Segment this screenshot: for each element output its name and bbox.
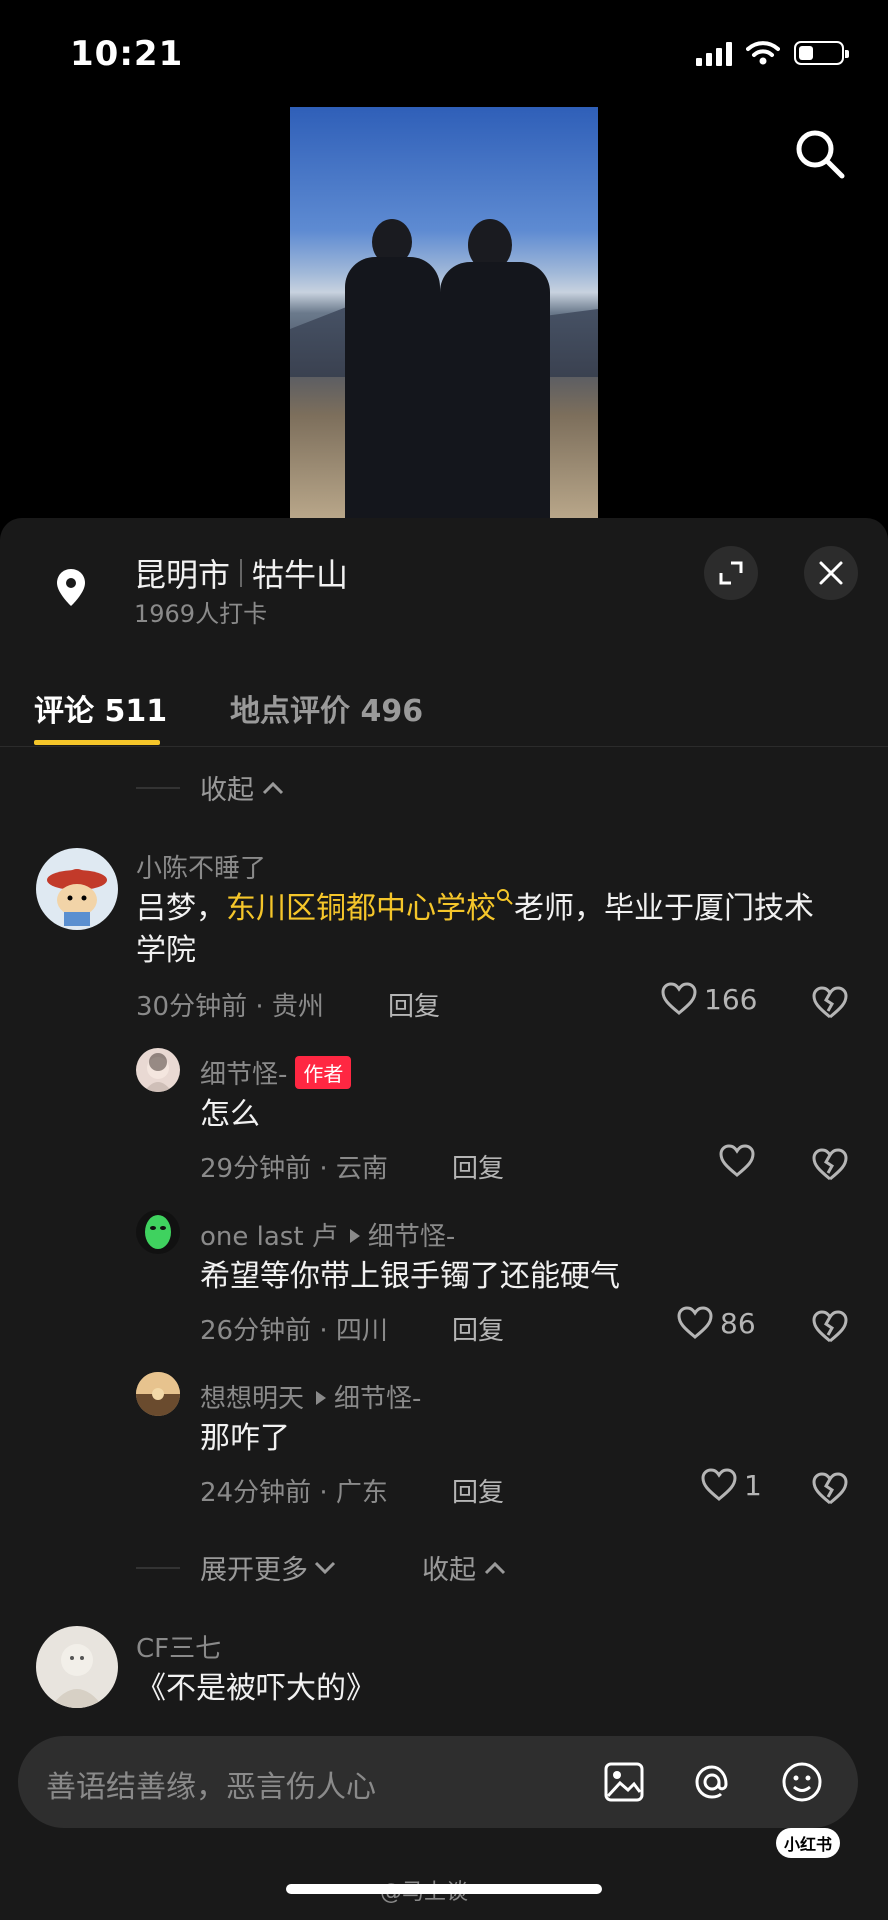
avatar-mask-icon (145, 1215, 171, 1249)
reply-username[interactable]: 细节怪- 作者 (200, 1054, 352, 1091)
expand-more-button[interactable]: 展开更多 (136, 1548, 338, 1587)
comments-sheet: 昆明市 牯牛山 1969人打卡 评论 511 地点评价 496 收起 小陈不睡了… (0, 518, 888, 1920)
title-separator (240, 559, 243, 587)
reply-to-arrow-icon (349, 1229, 360, 1243)
reply-username[interactable]: 想想明天 细节怪- (200, 1378, 421, 1415)
comment-text-part: 吕梦， (136, 891, 226, 926)
comment-text: 《不是被吓大的》 (136, 1671, 376, 1706)
like-button[interactable] (718, 1144, 756, 1178)
reply-text: 那咋了 (200, 1421, 290, 1456)
reply-button[interactable]: 回复 (452, 1472, 504, 1509)
avatar[interactable] (136, 1048, 180, 1092)
like-count: 86 (720, 1306, 756, 1340)
reply-to-user[interactable]: 细节怪- (334, 1384, 421, 1414)
search-link-icon (497, 889, 513, 905)
comment-username[interactable]: CF三七 (136, 1628, 221, 1665)
expand-more-label: 展开更多 (200, 1555, 308, 1586)
comment-text: 吕梦，东川区铜都中心学校 老师，毕业于厦门技术学院 (136, 888, 836, 972)
reply-text: 希望等你带上银手镯了还能硬气 (200, 1259, 620, 1294)
reply-username-text: 细节怪- (200, 1060, 288, 1090)
like-count: 1 (744, 1468, 762, 1502)
collapse-label: 收起 (422, 1555, 476, 1586)
broken-heart-icon[interactable] (810, 1470, 850, 1506)
close-icon (819, 561, 843, 585)
like-button[interactable]: 166 (660, 982, 757, 1016)
chevron-down-icon (314, 1561, 336, 1574)
avatar[interactable] (36, 848, 118, 930)
collapse-label: 收起 (200, 775, 254, 806)
like-count: 166 (704, 982, 758, 1016)
avatar-photo-icon (50, 1644, 104, 1708)
location-pin-icon (57, 569, 85, 606)
location-photo[interactable] (290, 107, 598, 519)
app-watermark-badge: 小红书 (776, 1828, 840, 1858)
divider-dash (136, 1566, 180, 1569)
location-place: 牯牛山 (252, 556, 349, 594)
heart-icon (677, 1306, 713, 1339)
reply-username[interactable]: one last 卢细节怪- (200, 1216, 455, 1253)
broken-heart-icon[interactable] (810, 1308, 850, 1344)
tab-bar: 评论 511 地点评价 496 (0, 666, 888, 756)
reply-username-text: one last 卢 (200, 1222, 338, 1252)
collapse-replies-button[interactable]: 收起 (422, 1548, 508, 1587)
broken-heart-icon[interactable] (810, 1146, 850, 1182)
avatar[interactable] (136, 1372, 180, 1416)
expand-icon (719, 561, 743, 585)
reply-text: 怎么 (200, 1097, 260, 1132)
status-bar: 10:21 (0, 0, 888, 110)
reply-button[interactable]: 回复 (452, 1310, 504, 1347)
divider (0, 746, 888, 747)
avatar-photo-icon (144, 1053, 172, 1092)
comment-highlight-link[interactable]: 东川区铜都中心学校 (226, 891, 496, 926)
comment-username[interactable]: 小陈不睡了 (136, 848, 266, 885)
location-city: 昆明市 (134, 556, 231, 594)
expand-button[interactable] (704, 546, 758, 600)
avatar-cartoon-icon (47, 869, 107, 926)
checkin-count: 1969人打卡 (134, 600, 268, 628)
tab-comments[interactable]: 评论 511 (34, 686, 167, 730)
close-button[interactable] (804, 546, 858, 600)
image-icon[interactable] (598, 1756, 650, 1808)
broken-heart-icon[interactable] (810, 984, 850, 1020)
heart-icon (701, 1468, 737, 1501)
home-indicator[interactable] (286, 1884, 602, 1894)
reply-meta: 26分钟前 · 四川 (200, 1316, 388, 1346)
search-icon[interactable] (792, 126, 848, 182)
tab-reviews[interactable]: 地点评价 496 (230, 686, 423, 730)
reply-meta: 29分钟前 · 云南 (200, 1154, 388, 1184)
wifi-icon (746, 41, 780, 65)
avatar[interactable] (136, 1210, 180, 1254)
mention-icon[interactable] (686, 1756, 738, 1808)
emoji-icon[interactable] (776, 1756, 828, 1808)
chevron-up-icon (262, 781, 284, 794)
reply-to-user[interactable]: 细节怪- (368, 1222, 455, 1252)
comment-meta: 30分钟前 · 贵州 (136, 992, 324, 1022)
like-button[interactable]: 86 (676, 1306, 756, 1340)
reply-username-text: 想想明天 (200, 1384, 305, 1414)
tab-active-indicator (34, 740, 160, 745)
reply-button[interactable]: 回复 (452, 1148, 504, 1185)
comment-input[interactable]: 善语结善缘，恶言伤人心 (18, 1736, 858, 1828)
heart-icon (719, 1144, 755, 1177)
author-badge: 作者 (295, 1056, 352, 1089)
collapse-replies-button[interactable]: 收起 (136, 768, 286, 807)
avatar[interactable] (36, 1626, 118, 1708)
like-button[interactable]: 1 (700, 1468, 762, 1502)
system-icons (696, 40, 849, 66)
cellular-signal-icon (696, 40, 732, 66)
status-time: 10:21 (70, 34, 184, 74)
reply-to-arrow-icon (316, 1391, 327, 1405)
heart-icon (661, 982, 697, 1015)
location-title[interactable]: 昆明市 牯牛山 (134, 550, 348, 596)
battery-icon (794, 41, 849, 65)
divider-dash (136, 786, 180, 789)
chevron-up-icon (484, 1561, 506, 1574)
reply-button[interactable]: 回复 (388, 986, 440, 1023)
reply-meta: 24分钟前 · 广东 (200, 1478, 388, 1508)
comment-input-placeholder: 善语结善缘，恶言伤人心 (46, 1770, 376, 1805)
avatar-landscape-icon (136, 1372, 180, 1416)
